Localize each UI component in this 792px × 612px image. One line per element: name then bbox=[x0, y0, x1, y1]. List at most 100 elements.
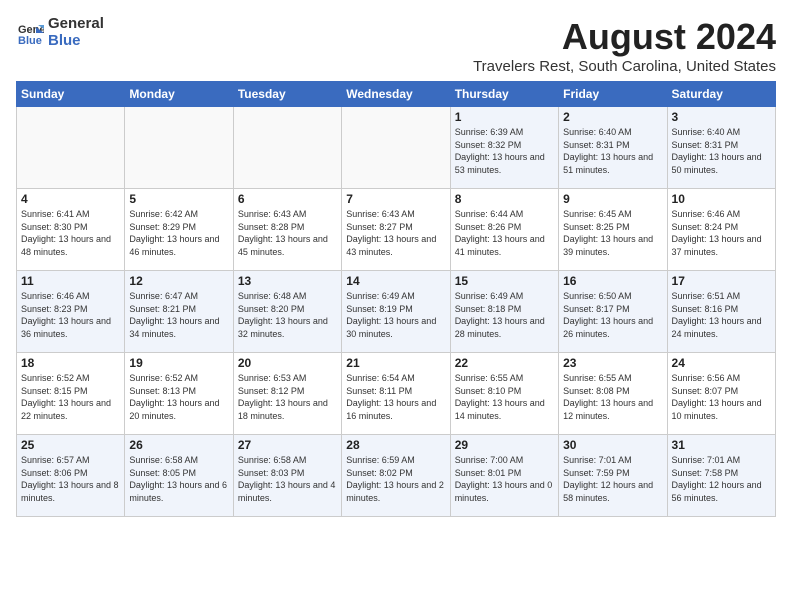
day-detail: Sunrise: 6:44 AM Sunset: 8:26 PM Dayligh… bbox=[455, 208, 554, 258]
calendar-cell: 16Sunrise: 6:50 AM Sunset: 8:17 PM Dayli… bbox=[559, 271, 667, 353]
day-detail: Sunrise: 6:55 AM Sunset: 8:08 PM Dayligh… bbox=[563, 372, 662, 422]
day-number: 12 bbox=[129, 274, 228, 288]
day-detail: Sunrise: 6:51 AM Sunset: 8:16 PM Dayligh… bbox=[672, 290, 771, 340]
day-detail: Sunrise: 6:56 AM Sunset: 8:07 PM Dayligh… bbox=[672, 372, 771, 422]
day-detail: Sunrise: 6:54 AM Sunset: 8:11 PM Dayligh… bbox=[346, 372, 445, 422]
calendar-table: SundayMondayTuesdayWednesdayThursdayFrid… bbox=[16, 81, 776, 517]
calendar-cell: 8Sunrise: 6:44 AM Sunset: 8:26 PM Daylig… bbox=[450, 189, 558, 271]
day-number: 30 bbox=[563, 438, 662, 452]
day-number: 21 bbox=[346, 356, 445, 370]
day-detail: Sunrise: 6:40 AM Sunset: 8:31 PM Dayligh… bbox=[672, 126, 771, 176]
calendar-cell: 7 Sunrise: 6:43 AM Sunset: 8:27 PM Daylig… bbox=[342, 189, 450, 271]
calendar-cell: 23 Sunrise: 6:55 AM Sunset: 8:08 PM Dayli… bbox=[559, 353, 667, 435]
calendar-week-1: 4 Sunrise: 6:41 AM Sunset: 8:30 PM Daylig… bbox=[17, 189, 776, 271]
day-number: 19 bbox=[129, 356, 228, 370]
calendar-cell bbox=[125, 107, 233, 189]
day-number: 11 bbox=[21, 274, 120, 288]
day-detail: Sunrise: 6:55 AM Sunset: 8:10 PM Dayligh… bbox=[455, 372, 554, 422]
svg-text:Blue: Blue bbox=[18, 35, 42, 47]
day-number: 25 bbox=[21, 438, 120, 452]
day-number: 6 bbox=[238, 192, 337, 206]
day-detail: Sunrise: 6:52 AM Sunset: 8:15 PM Dayligh… bbox=[21, 372, 120, 422]
day-number: 13 bbox=[238, 274, 337, 288]
day-detail: Sunrise: 6:50 AM Sunset: 8:17 PM Dayligh… bbox=[563, 290, 662, 340]
logo-icon: General Blue bbox=[16, 19, 44, 47]
calendar-subtitle: Travelers Rest, South Carolina, United S… bbox=[473, 58, 776, 75]
day-detail: Sunrise: 6:52 AM Sunset: 8:13 PM Dayligh… bbox=[129, 372, 228, 422]
calendar-cell: 24 Sunrise: 6:56 AM Sunset: 8:07 PM Dayli… bbox=[667, 353, 775, 435]
calendar-week-3: 18Sunrise: 6:52 AM Sunset: 8:15 PM Dayli… bbox=[17, 353, 776, 435]
calendar-cell: 27 Sunrise: 6:58 AM Sunset: 8:03 PM Dayli… bbox=[233, 435, 341, 517]
calendar-cell: 10 Sunrise: 6:46 AM Sunset: 8:24 PM Dayli… bbox=[667, 189, 775, 271]
day-detail: Sunrise: 7:00 AM Sunset: 8:01 PM Dayligh… bbox=[455, 454, 554, 504]
calendar-cell bbox=[342, 107, 450, 189]
calendar-cell: 12 Sunrise: 6:47 AM Sunset: 8:21 PM Dayli… bbox=[125, 271, 233, 353]
calendar-cell: 11 Sunrise: 6:46 AM Sunset: 8:23 PM Dayli… bbox=[17, 271, 125, 353]
day-number: 10 bbox=[672, 192, 771, 206]
calendar-cell: 29 Sunrise: 7:00 AM Sunset: 8:01 PM Dayli… bbox=[450, 435, 558, 517]
day-detail: Sunrise: 6:43 AM Sunset: 8:27 PM Dayligh… bbox=[346, 208, 445, 258]
day-detail: Sunrise: 6:57 AM Sunset: 8:06 PM Dayligh… bbox=[21, 454, 120, 504]
calendar-cell: 28 Sunrise: 6:59 AM Sunset: 8:02 PM Dayli… bbox=[342, 435, 450, 517]
day-number: 4 bbox=[21, 192, 120, 206]
day-detail: Sunrise: 6:46 AM Sunset: 8:23 PM Dayligh… bbox=[21, 290, 120, 340]
calendar-cell bbox=[17, 107, 125, 189]
day-number: 22 bbox=[455, 356, 554, 370]
day-number: 7 bbox=[346, 192, 445, 206]
day-number: 20 bbox=[238, 356, 337, 370]
calendar-cell: 15 Sunrise: 6:49 AM Sunset: 8:18 PM Dayli… bbox=[450, 271, 558, 353]
day-detail: Sunrise: 6:48 AM Sunset: 8:20 PM Dayligh… bbox=[238, 290, 337, 340]
day-detail: Sunrise: 6:39 AM Sunset: 8:32 PM Dayligh… bbox=[455, 126, 554, 176]
calendar-cell: 9Sunrise: 6:45 AM Sunset: 8:25 PM Daylig… bbox=[559, 189, 667, 271]
calendar-cell: 26 Sunrise: 6:58 AM Sunset: 8:05 PM Dayli… bbox=[125, 435, 233, 517]
day-detail: Sunrise: 6:49 AM Sunset: 8:18 PM Dayligh… bbox=[455, 290, 554, 340]
calendar-cell: 21 Sunrise: 6:54 AM Sunset: 8:11 PM Dayli… bbox=[342, 353, 450, 435]
calendar-week-2: 11 Sunrise: 6:46 AM Sunset: 8:23 PM Dayli… bbox=[17, 271, 776, 353]
logo-general: General bbox=[48, 16, 104, 33]
page-header: General Blue General Blue August 2024 Tr… bbox=[16, 16, 776, 75]
day-detail: Sunrise: 6:53 AM Sunset: 8:12 PM Dayligh… bbox=[238, 372, 337, 422]
day-number: 26 bbox=[129, 438, 228, 452]
calendar-cell: 25 Sunrise: 6:57 AM Sunset: 8:06 PM Dayli… bbox=[17, 435, 125, 517]
day-detail: Sunrise: 7:01 AM Sunset: 7:58 PM Dayligh… bbox=[672, 454, 771, 504]
header-friday: Friday bbox=[559, 82, 667, 107]
day-number: 5 bbox=[129, 192, 228, 206]
calendar-cell: 1Sunrise: 6:39 AM Sunset: 8:32 PM Daylig… bbox=[450, 107, 558, 189]
day-detail: Sunrise: 7:01 AM Sunset: 7:59 PM Dayligh… bbox=[563, 454, 662, 504]
title-block: August 2024 Travelers Rest, South Caroli… bbox=[473, 16, 776, 75]
day-number: 3 bbox=[672, 110, 771, 124]
day-detail: Sunrise: 6:59 AM Sunset: 8:02 PM Dayligh… bbox=[346, 454, 445, 504]
day-number: 27 bbox=[238, 438, 337, 452]
logo-blue: Blue bbox=[48, 33, 104, 50]
calendar-cell: 31 Sunrise: 7:01 AM Sunset: 7:58 PM Dayli… bbox=[667, 435, 775, 517]
calendar-cell bbox=[233, 107, 341, 189]
day-detail: Sunrise: 6:47 AM Sunset: 8:21 PM Dayligh… bbox=[129, 290, 228, 340]
calendar-header-row: SundayMondayTuesdayWednesdayThursdayFrid… bbox=[17, 82, 776, 107]
day-number: 17 bbox=[672, 274, 771, 288]
calendar-cell: 14 Sunrise: 6:49 AM Sunset: 8:19 PM Dayli… bbox=[342, 271, 450, 353]
day-number: 14 bbox=[346, 274, 445, 288]
day-detail: Sunrise: 6:46 AM Sunset: 8:24 PM Dayligh… bbox=[672, 208, 771, 258]
calendar-cell: 2Sunrise: 6:40 AM Sunset: 8:31 PM Daylig… bbox=[559, 107, 667, 189]
day-detail: Sunrise: 6:45 AM Sunset: 8:25 PM Dayligh… bbox=[563, 208, 662, 258]
day-detail: Sunrise: 6:49 AM Sunset: 8:19 PM Dayligh… bbox=[346, 290, 445, 340]
day-number: 15 bbox=[455, 274, 554, 288]
day-number: 28 bbox=[346, 438, 445, 452]
day-detail: Sunrise: 6:43 AM Sunset: 8:28 PM Dayligh… bbox=[238, 208, 337, 258]
calendar-cell: 18Sunrise: 6:52 AM Sunset: 8:15 PM Dayli… bbox=[17, 353, 125, 435]
day-number: 23 bbox=[563, 356, 662, 370]
day-number: 24 bbox=[672, 356, 771, 370]
header-monday: Monday bbox=[125, 82, 233, 107]
calendar-cell: 17 Sunrise: 6:51 AM Sunset: 8:16 PM Dayli… bbox=[667, 271, 775, 353]
day-detail: Sunrise: 6:41 AM Sunset: 8:30 PM Dayligh… bbox=[21, 208, 120, 258]
calendar-cell: 6 Sunrise: 6:43 AM Sunset: 8:28 PM Daylig… bbox=[233, 189, 341, 271]
day-detail: Sunrise: 6:58 AM Sunset: 8:03 PM Dayligh… bbox=[238, 454, 337, 504]
calendar-title: August 2024 bbox=[473, 16, 776, 58]
calendar-week-4: 25 Sunrise: 6:57 AM Sunset: 8:06 PM Dayli… bbox=[17, 435, 776, 517]
day-detail: Sunrise: 6:58 AM Sunset: 8:05 PM Dayligh… bbox=[129, 454, 228, 504]
day-number: 29 bbox=[455, 438, 554, 452]
logo: General Blue General Blue bbox=[16, 16, 104, 49]
header-tuesday: Tuesday bbox=[233, 82, 341, 107]
day-detail: Sunrise: 6:40 AM Sunset: 8:31 PM Dayligh… bbox=[563, 126, 662, 176]
day-number: 31 bbox=[672, 438, 771, 452]
